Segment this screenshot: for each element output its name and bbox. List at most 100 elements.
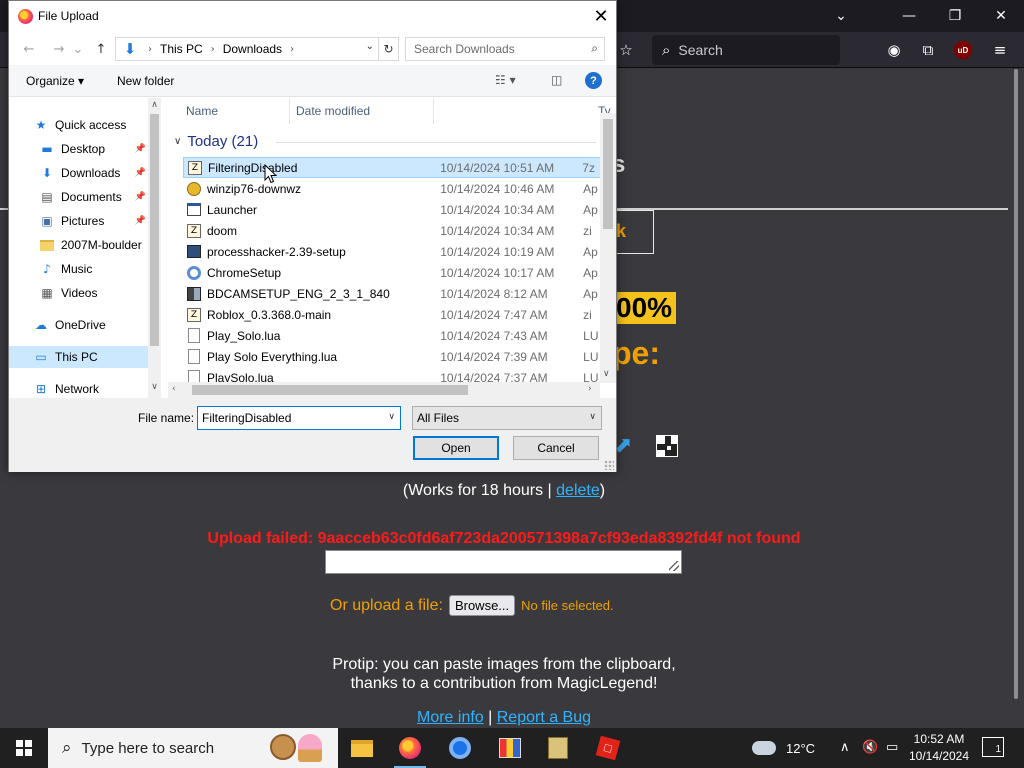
scroll-right-icon[interactable]: › xyxy=(588,384,592,394)
paste-textarea[interactable] xyxy=(325,550,682,574)
start-button[interactable] xyxy=(0,728,48,768)
file-row[interactable]: BDCAMSETUP_ENG_2_3_1_840 10/14/2024 8:12… xyxy=(183,283,603,304)
scroll-down-icon[interactable]: ∨ xyxy=(148,382,161,392)
list-all-tabs-button[interactable]: ⌄ xyxy=(818,0,864,32)
nav-item-desktop[interactable]: ▬ Desktop 📌 xyxy=(9,138,148,160)
search-downloads-input[interactable]: Search Downloads ⌕ xyxy=(405,37,605,61)
file-row[interactable]: ChromeSetup 10/14/2024 10:17 AM Ap xyxy=(183,262,603,283)
delete-link[interactable]: delete xyxy=(556,482,600,499)
more-info-link[interactable]: More info xyxy=(417,709,484,726)
nav-pane-scrollbar-thumb[interactable] xyxy=(150,114,159,346)
cancel-button[interactable]: Cancel xyxy=(513,436,599,460)
chevron-down-icon[interactable]: ∨ xyxy=(388,412,395,422)
nav-pane-scrollbar[interactable]: ∧ ∨ xyxy=(148,98,161,398)
column-header-date-modified[interactable]: Date modified xyxy=(290,98,434,124)
minimize-button[interactable]: — xyxy=(886,0,932,32)
address-dropdown-icon[interactable]: ⌄ xyxy=(366,41,374,52)
collapse-chevron-icon[interactable]: ∨ xyxy=(174,136,181,147)
preview-pane-icon[interactable]: ◫ xyxy=(551,73,562,87)
group-header-today[interactable]: ∨ Today (21) xyxy=(174,133,258,150)
nav-item-downloads[interactable]: ⬇ Downloads 📌 xyxy=(9,162,148,184)
roblox-taskbar-button[interactable]: □ xyxy=(584,728,632,768)
scroll-up-icon[interactable]: ∧ xyxy=(148,100,161,110)
nav-item-pictures[interactable]: ▣ Pictures 📌 xyxy=(9,210,148,232)
file-row[interactable]: Z doom 10/14/2024 10:34 AM zi xyxy=(183,220,603,241)
dialog-resize-grip-icon[interactable] xyxy=(604,460,614,470)
file-type-select[interactable]: All Files ∨ xyxy=(412,406,602,430)
help-icon[interactable]: ? xyxy=(585,72,602,89)
hamburger-menu-icon[interactable]: ≡ xyxy=(986,36,1014,64)
file-name: processhacker-2.39-setup xyxy=(207,244,346,259)
dialog-close-button[interactable]: ✕ xyxy=(586,1,616,32)
file-row[interactable]: Play_Solo.lua 10/14/2024 7:43 AM LU xyxy=(183,325,603,346)
browser-search-box[interactable]: ⌕ Search xyxy=(652,35,840,65)
file-row[interactable]: winzip76-downwz 10/14/2024 10:46 AM Ap xyxy=(183,178,603,199)
volume-muted-icon[interactable]: 🔇 xyxy=(862,740,878,755)
music-icon: ♪ xyxy=(43,262,51,276)
notification-center-button[interactable]: 1 xyxy=(982,737,1004,757)
nav-item-music[interactable]: ♪ Music xyxy=(9,258,148,280)
file-row[interactable]: Launcher 10/14/2024 10:34 AM Ap xyxy=(183,199,603,220)
system-clock[interactable]: 10:52 AM 10/14/2024 xyxy=(904,731,974,765)
show-hidden-icons-chevron-icon[interactable]: ∧ xyxy=(840,740,850,755)
page-button-fragment[interactable]: k xyxy=(612,210,654,254)
nav-item-2007m-boulder[interactable]: 2007M-boulder xyxy=(9,234,148,256)
file-list-horizontal-thumb[interactable] xyxy=(192,385,468,395)
file-list-horizontal-scrollbar[interactable]: ‹ › xyxy=(168,382,600,398)
breadcrumb-downloads[interactable]: Downloads xyxy=(223,42,282,56)
nav-item-documents[interactable]: ▤ Documents 📌 xyxy=(9,186,148,208)
file-row[interactable]: Z Roblox_0.3.368.0-main 10/14/2024 7:47 … xyxy=(183,304,603,325)
dialog-footer: File name: FilteringDisabled ∨ All Files… xyxy=(9,398,616,472)
forward-arrow-icon[interactable]: → xyxy=(49,39,69,59)
nav-item-quick-access[interactable]: ★ Quick access xyxy=(9,114,148,136)
address-bar[interactable]: ⬇ › This PC › Downloads › ⌄ ↻ xyxy=(115,37,399,61)
recent-locations-icon[interactable]: ⌄ xyxy=(71,39,85,59)
file-name-input[interactable]: FilteringDisabled ∨ xyxy=(197,406,401,430)
file-date: 10/14/2024 10:34 AM xyxy=(440,223,555,238)
page-scrollbar[interactable] xyxy=(1008,69,1024,728)
extensions-icon[interactable]: ⧉ xyxy=(914,36,942,64)
weather-widget[interactable]: 12°C xyxy=(752,728,815,768)
archiver-taskbar-button[interactable] xyxy=(534,728,582,768)
restore-button[interactable]: ❐ xyxy=(932,0,978,32)
file-row[interactable]: processhacker-2.39-setup 10/14/2024 10:1… xyxy=(183,241,603,262)
image-viewer-taskbar-button[interactable] xyxy=(486,728,534,768)
ublock-origin-icon[interactable]: uD xyxy=(954,41,972,59)
chrome-taskbar-button[interactable] xyxy=(436,728,484,768)
close-window-button[interactable]: ✕ xyxy=(978,0,1024,32)
new-folder-button[interactable]: New folder xyxy=(117,74,174,88)
file-name: ChromeSetup xyxy=(207,265,282,280)
breadcrumb-separator-icon: › xyxy=(290,43,295,55)
scroll-down-icon[interactable]: ∨ xyxy=(603,369,610,379)
file-row[interactable]: Z FilteringDisabled 10/14/2024 10:51 AM … xyxy=(183,157,603,178)
network-status-icon[interactable]: ▭ xyxy=(886,740,898,755)
scroll-left-icon[interactable]: ‹ xyxy=(172,384,176,394)
open-button[interactable]: Open xyxy=(413,436,499,460)
file-explorer-taskbar-button[interactable] xyxy=(338,728,386,768)
browse-button[interactable]: Browse... xyxy=(448,595,516,616)
nav-item-videos[interactable]: ▦ Videos xyxy=(9,282,148,304)
column-header-name[interactable]: Name xyxy=(168,98,290,124)
organize-button[interactable]: Organize ▾ xyxy=(26,74,84,88)
page-scrollbar-thumb[interactable] xyxy=(1014,69,1018,699)
qr-code-icon[interactable] xyxy=(656,435,678,457)
dialog-navigation-bar: ← → ⌄ ↑ ⬇ › This PC › Downloads › ⌄ ↻ Se… xyxy=(9,35,616,63)
file-row[interactable]: Play Solo Everything.lua 10/14/2024 7:39… xyxy=(183,346,603,367)
dialog-title-bar[interactable]: File Upload ✕ xyxy=(9,1,616,32)
up-arrow-icon[interactable]: ↑ xyxy=(91,39,111,59)
refresh-icon[interactable]: ↻ xyxy=(378,38,398,60)
taskbar-search-box[interactable]: ⌕ Type here to search xyxy=(48,728,338,768)
breadcrumb-this-pc[interactable]: This PC xyxy=(160,42,203,56)
resize-grip-icon[interactable] xyxy=(669,561,679,571)
report-bug-link[interactable]: Report a Bug xyxy=(497,709,591,726)
nav-item-this-pc[interactable]: ▭ This PC xyxy=(9,346,148,368)
file-list-vertical-scrollbar[interactable]: ∨ xyxy=(600,113,616,383)
file-list-vertical-thumb[interactable] xyxy=(603,119,613,229)
file-name-label: File name: xyxy=(138,411,195,425)
firefox-taskbar-button[interactable] xyxy=(386,728,434,768)
change-view-icon[interactable]: ☷ ▾ xyxy=(495,73,516,87)
account-icon[interactable]: ◉ xyxy=(880,36,908,64)
nav-item-onedrive[interactable]: ☁ OneDrive xyxy=(9,314,148,336)
back-arrow-icon[interactable]: ← xyxy=(19,39,39,59)
nav-item-network[interactable]: ⊞ Network xyxy=(9,378,148,398)
